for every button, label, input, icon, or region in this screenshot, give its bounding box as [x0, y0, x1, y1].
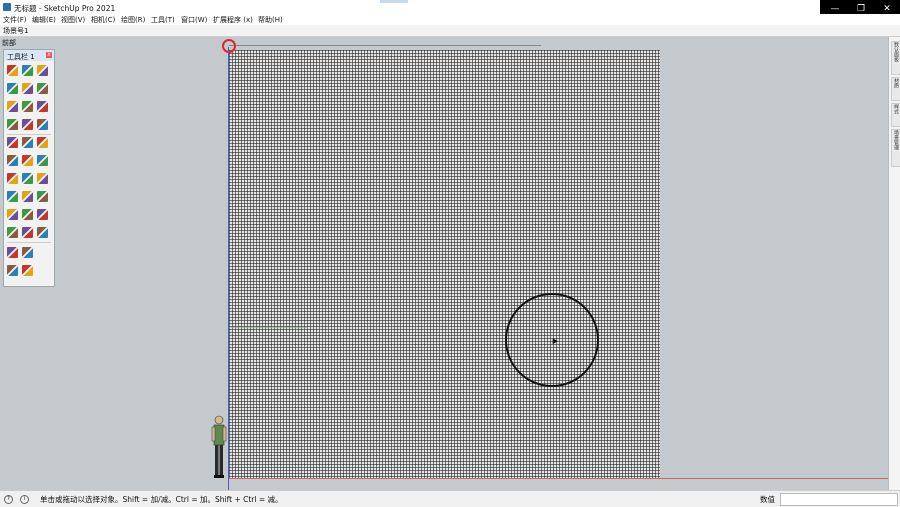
toolbar-row: [7, 82, 53, 96]
close-button[interactable]: ✕: [874, 4, 900, 14]
rectangle-icon[interactable]: [22, 83, 33, 94]
window-title: 无标题 - SketchUp Pro 2021: [14, 4, 116, 13]
toolbar-row: [7, 246, 53, 260]
toolbar-row: [7, 64, 53, 78]
maximize-button[interactable]: ❐: [848, 4, 874, 14]
menu-help[interactable]: 帮助(H): [258, 15, 283, 25]
solid-intersect-icon[interactable]: [22, 227, 33, 238]
tray-tab-styles[interactable]: 样式: [891, 103, 900, 127]
tray-tab-scenes[interactable]: 场景管理: [891, 129, 900, 167]
menu-view[interactable]: 视图(V): [61, 15, 85, 25]
toolbar-row: [7, 118, 53, 132]
line-icon[interactable]: [7, 119, 18, 130]
sandbox-stamp-icon[interactable]: [37, 191, 48, 202]
scale-figure-person: [211, 415, 227, 478]
sandbox-from-contours-icon[interactable]: [7, 191, 18, 202]
scene-tab[interactable]: 场景号1: [3, 26, 28, 36]
toolbar-separator: [7, 242, 51, 243]
menu-draw[interactable]: 绘图(R): [121, 15, 145, 25]
info-icon[interactable]: i: [20, 495, 29, 504]
rotate-icon[interactable]: [22, 173, 33, 184]
pencil-icon[interactable]: [37, 83, 48, 94]
offset-icon[interactable]: [37, 101, 48, 112]
model-viewport[interactable]: 前部 工具栏 1 x: [0, 37, 888, 490]
measurements-label: 数值: [760, 495, 775, 504]
red-axis: [229, 478, 888, 479]
model-top-edge: [229, 45, 541, 46]
status-bar: ? i 单击或拖动以选择对象。Shift = 加/减。Ctrl = 加。Shif…: [0, 490, 900, 507]
toolbar-header[interactable]: 工具栏 1 x: [4, 50, 54, 61]
solid-union-icon[interactable]: [37, 209, 48, 220]
eraser-icon[interactable]: [22, 65, 33, 76]
toolbar-close-button[interactable]: x: [46, 52, 52, 58]
solid-trim-icon[interactable]: [37, 227, 48, 238]
arc-icon[interactable]: [7, 101, 18, 112]
menu-bar: 文件(F) 编辑(E) 视图(V) 相机(C) 绘图(R) 工具(T) 窗口(W…: [0, 14, 900, 25]
push-pull-icon[interactable]: [22, 101, 33, 112]
toolbar-row: [7, 136, 53, 150]
lasso-icon[interactable]: [7, 83, 18, 94]
solid-subtract-icon[interactable]: [7, 227, 18, 238]
default-tray: 默认面板 材质 样式 场景管理: [888, 37, 900, 490]
select-icon[interactable]: [7, 65, 18, 76]
toolbar-title: 工具栏 1: [7, 53, 35, 61]
orbit-icon[interactable]: [7, 137, 18, 148]
title-highlight: [380, 0, 408, 3]
title-bar: 无标题 - SketchUp Pro 2021: [0, 0, 900, 14]
sketchup-app-icon: [3, 3, 11, 11]
paint-bucket-icon[interactable]: [37, 65, 48, 76]
menu-camera[interactable]: 相机(C): [91, 15, 115, 25]
toolbar-row: [7, 190, 53, 204]
toolbar-row: [7, 264, 53, 278]
menu-edit[interactable]: 编辑(E): [32, 15, 56, 25]
scene-tabs-bar: 场景号1: [0, 25, 900, 37]
menu-tools[interactable]: 工具(T): [151, 15, 175, 25]
menu-extensions[interactable]: 扩展程序 (x): [213, 15, 253, 25]
export-icon[interactable]: [22, 265, 33, 276]
look-around-icon[interactable]: [22, 155, 33, 166]
group-icon[interactable]: [22, 209, 33, 220]
toolbar-row: [7, 208, 53, 222]
toolbar-row: [7, 100, 53, 114]
toolbar-row: [7, 172, 53, 186]
minimize-button[interactable]: —: [822, 4, 848, 14]
dimension-icon[interactable]: [22, 247, 33, 258]
status-message: 单击或拖动以选择对象。Shift = 加/减。Ctrl = 加。Shift + …: [40, 495, 283, 504]
tray-tab-materials[interactable]: 材质: [891, 77, 900, 101]
toolbar-separator: [7, 134, 51, 135]
import-icon[interactable]: [7, 265, 18, 276]
menu-window[interactable]: 窗口(W): [181, 15, 207, 25]
toolbar-row: [7, 226, 53, 240]
help-icon[interactable]: ?: [4, 495, 13, 504]
axis-origin-marker: [222, 39, 236, 53]
move-icon[interactable]: [7, 173, 18, 184]
sandbox-smoove-icon[interactable]: [22, 191, 33, 202]
measurements-input[interactable]: [780, 493, 898, 506]
grid-mesh-surface[interactable]: [229, 50, 660, 478]
perspective-label: 前部: [2, 39, 16, 47]
component-icon[interactable]: [7, 209, 18, 220]
zoom-icon[interactable]: [37, 137, 48, 148]
floating-toolbar[interactable]: 工具栏 1 x: [3, 49, 55, 287]
section-plane-icon[interactable]: [37, 155, 48, 166]
scale-icon[interactable]: [37, 173, 48, 184]
toolbar-row: [7, 154, 53, 168]
pan-icon[interactable]: [22, 137, 33, 148]
follow-me-icon[interactable]: [22, 119, 33, 130]
menu-file[interactable]: 文件(F): [3, 15, 27, 25]
tray-tab-default[interactable]: 默认面板: [891, 41, 900, 75]
walk-icon[interactable]: [7, 155, 18, 166]
tape-measure-icon[interactable]: [37, 119, 48, 130]
text-icon[interactable]: [7, 247, 18, 258]
green-axis: [228, 327, 308, 328]
